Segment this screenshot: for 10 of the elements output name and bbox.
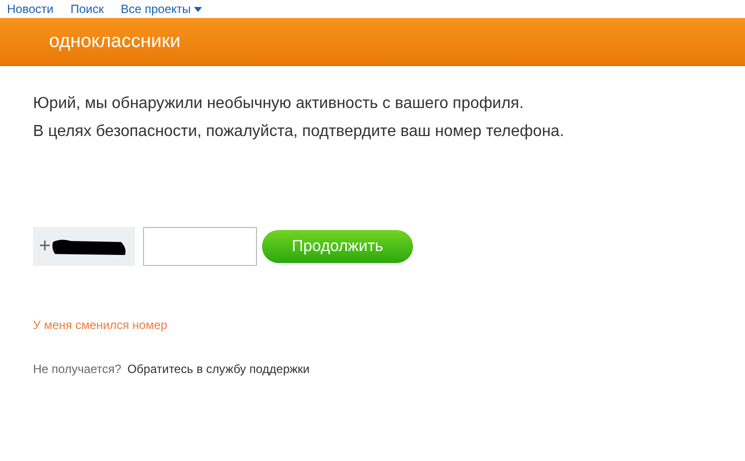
support-link[interactable]: Обратитесь в службу поддержки: [127, 362, 310, 376]
phone-prefix: +: [39, 235, 51, 258]
nav-link[interactable]: Поиск: [70, 2, 104, 16]
nav-link[interactable]: Новости: [7, 2, 54, 16]
caret-icon: [194, 6, 202, 12]
help-text: Не получается?: [33, 362, 122, 376]
nav-link[interactable]: Все проекты: [120, 2, 202, 16]
message-text: Юрий, мы обнаружили необычную активность с вашего профиля.: [33, 94, 525, 114]
message-text: В целях безопасности, пожалуйста, подтвердите ваш номер телефона.: [33, 122, 566, 142]
input-field[interactable]: [143, 227, 257, 266]
